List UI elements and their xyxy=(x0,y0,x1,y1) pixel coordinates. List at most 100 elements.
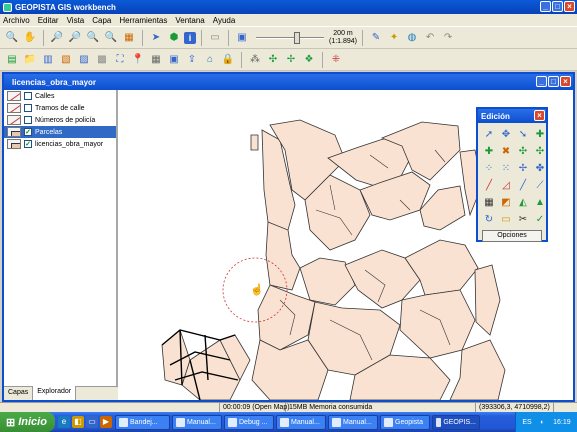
layer-item-calles[interactable]: Calles xyxy=(4,90,116,102)
cluster-icon[interactable]: ⁂ xyxy=(247,52,263,68)
pin-icon[interactable]: 📍 xyxy=(130,52,146,68)
building-icon[interactable]: ⌂ xyxy=(202,52,218,68)
merge-icon[interactable]: ⁙ xyxy=(499,161,513,175)
draw-grid-icon[interactable]: ▦ xyxy=(482,195,496,209)
shield-icon[interactable]: ⬢ xyxy=(166,30,182,46)
draw-arc-icon[interactable]: ⟋ xyxy=(533,178,547,192)
redo-icon[interactable]: ↷ xyxy=(440,30,456,46)
doc-close-button[interactable]: × xyxy=(560,76,571,87)
edit-pencil-icon[interactable]: ✎ xyxy=(368,30,384,46)
cut-icon[interactable]: ✂ xyxy=(516,212,530,226)
taskbar-item[interactable]: Manual... xyxy=(276,414,326,430)
minimize-button[interactable]: _ xyxy=(540,1,551,12)
tree-icon[interactable]: ⛶ xyxy=(112,52,128,68)
add-feature-icon[interactable]: ✚ xyxy=(533,127,547,141)
snap-vertex-icon[interactable]: ✣ xyxy=(533,144,547,158)
tab-capas[interactable]: Capas xyxy=(4,387,34,400)
start-button[interactable]: ⊞ Inicio xyxy=(0,412,55,432)
doc-minimize-button[interactable]: _ xyxy=(536,76,547,87)
info-icon[interactable]: i xyxy=(184,31,196,44)
menu-editar[interactable]: Editar xyxy=(38,16,59,25)
menu-capa[interactable]: Capa xyxy=(92,16,111,25)
zoom-out-icon[interactable]: 🔎 xyxy=(67,30,83,46)
layer-item-tramos[interactable]: Tramos de calle xyxy=(4,102,116,114)
tab-explorador[interactable]: Explorador xyxy=(33,386,77,400)
join-icon[interactable]: ✢ xyxy=(516,161,530,175)
grid-icon[interactable]: ▦ xyxy=(121,30,137,46)
validate-icon[interactable]: ✓ xyxy=(533,212,547,226)
layer-checkbox[interactable] xyxy=(24,92,32,100)
delete-vertex-icon[interactable]: ✖ xyxy=(499,144,513,158)
layer-properties-icon[interactable]: ▩ xyxy=(94,52,110,68)
new-map-icon[interactable]: ▤ xyxy=(4,52,20,68)
outlook-icon[interactable]: ◧ xyxy=(72,416,84,428)
edit-panel-close-button[interactable]: × xyxy=(534,110,545,121)
export-icon[interactable]: ⇪ xyxy=(184,52,200,68)
network-icon[interactable]: ✣ xyxy=(265,52,281,68)
taskbar-item[interactable]: Manual... xyxy=(328,414,378,430)
explode-icon[interactable]: ✤ xyxy=(533,161,547,175)
split-icon[interactable]: ⁘ xyxy=(482,161,496,175)
layer-item-numeros[interactable]: Números de policía xyxy=(4,114,116,126)
scale-slider-thumb[interactable] xyxy=(294,31,300,44)
opciones-button[interactable]: Opciones xyxy=(482,230,542,242)
scale-slider[interactable] xyxy=(256,30,324,46)
select-arrow-icon[interactable]: ➤ xyxy=(148,30,164,46)
taskbar-item-active[interactable]: GEOPIS... xyxy=(432,414,480,430)
layer-checkbox[interactable] xyxy=(24,116,32,124)
add-vertex-icon[interactable]: ✚ xyxy=(482,144,496,158)
desktop-icon[interactable]: ▭ xyxy=(86,416,98,428)
menu-archivo[interactable]: Archivo xyxy=(3,16,30,25)
layer-checkbox[interactable]: ✓ xyxy=(24,140,32,148)
draw-polyline-icon[interactable]: ◿ xyxy=(499,178,513,192)
zoom-layer-icon[interactable]: 🔍 xyxy=(103,30,119,46)
globe-icon[interactable]: ◍ xyxy=(404,30,420,46)
layer-checkbox[interactable] xyxy=(24,104,32,112)
table-icon[interactable]: ▦ xyxy=(148,52,164,68)
route-icon[interactable]: ✢ xyxy=(283,52,299,68)
draw-line-icon[interactable]: ╱ xyxy=(482,178,496,192)
maximize-button[interactable]: □ xyxy=(552,1,563,12)
save-icon[interactable]: ▥ xyxy=(40,52,56,68)
remove-layer-icon[interactable]: ▨ xyxy=(76,52,92,68)
draw-segment-icon[interactable]: ╱ xyxy=(516,178,530,192)
draw-triangle-icon[interactable]: ▲ xyxy=(533,195,547,209)
undo-icon[interactable]: ↶ xyxy=(422,30,438,46)
language-indicator[interactable]: ES xyxy=(522,419,531,426)
ruler-icon[interactable]: ▭ xyxy=(207,30,223,46)
zoom-in-icon[interactable]: 🔍 xyxy=(4,30,20,46)
map-window-icon[interactable]: ▣ xyxy=(234,30,250,46)
menu-ventana[interactable]: Ventana xyxy=(175,16,204,25)
menu-ayuda[interactable]: Ayuda xyxy=(213,16,236,25)
layer-checkbox[interactable]: ✓ xyxy=(24,128,32,136)
volume-icon[interactable]: ◐ xyxy=(540,419,544,426)
move-vertex-icon[interactable]: ✣ xyxy=(516,144,530,158)
doc-maximize-button[interactable]: □ xyxy=(548,76,559,87)
pan-icon[interactable]: ✋ xyxy=(22,30,38,46)
layer-item-parcelas[interactable]: ✓ Parcelas xyxy=(4,126,116,138)
open-folder-icon[interactable]: 📁 xyxy=(22,52,38,68)
taskbar-item[interactable]: Manual... xyxy=(172,414,222,430)
move-feature-icon[interactable]: ✥ xyxy=(499,127,513,141)
taskbar-item[interactable]: Debug ... xyxy=(224,414,274,430)
refresh-icon[interactable]: ↻ xyxy=(482,212,496,226)
media-icon[interactable]: ▶ xyxy=(100,416,112,428)
lock-icon[interactable]: 🔒 xyxy=(220,52,236,68)
rotate-feature-icon[interactable]: ➘ xyxy=(516,127,530,141)
magic-wand-icon[interactable]: ✦ xyxy=(386,30,402,46)
close-button[interactable]: × xyxy=(564,1,575,12)
rectangle-icon[interactable]: ▭ xyxy=(499,212,513,226)
zoom-extent-icon[interactable]: 🔍 xyxy=(85,30,101,46)
add-layer-icon[interactable]: ▧ xyxy=(58,52,74,68)
menu-herramientas[interactable]: Herramientas xyxy=(119,16,167,25)
layer-item-licencias[interactable]: ✓ licencias_obra_mayor xyxy=(4,138,116,150)
explorer-icon[interactable]: e xyxy=(58,416,70,428)
zoom-icon[interactable]: 🔎 xyxy=(49,30,65,46)
select-feature-icon[interactable]: ➚ xyxy=(482,127,496,141)
image-icon[interactable]: ▣ xyxy=(166,52,182,68)
menu-vista[interactable]: Vista xyxy=(67,16,85,25)
fill-polygon-icon[interactable]: ◭ xyxy=(516,195,530,209)
draw-polygon-icon[interactable]: ◩ xyxy=(499,195,513,209)
palette-icon[interactable]: ⁜ xyxy=(328,52,344,68)
taskbar-item[interactable]: Geopista xyxy=(380,414,430,430)
